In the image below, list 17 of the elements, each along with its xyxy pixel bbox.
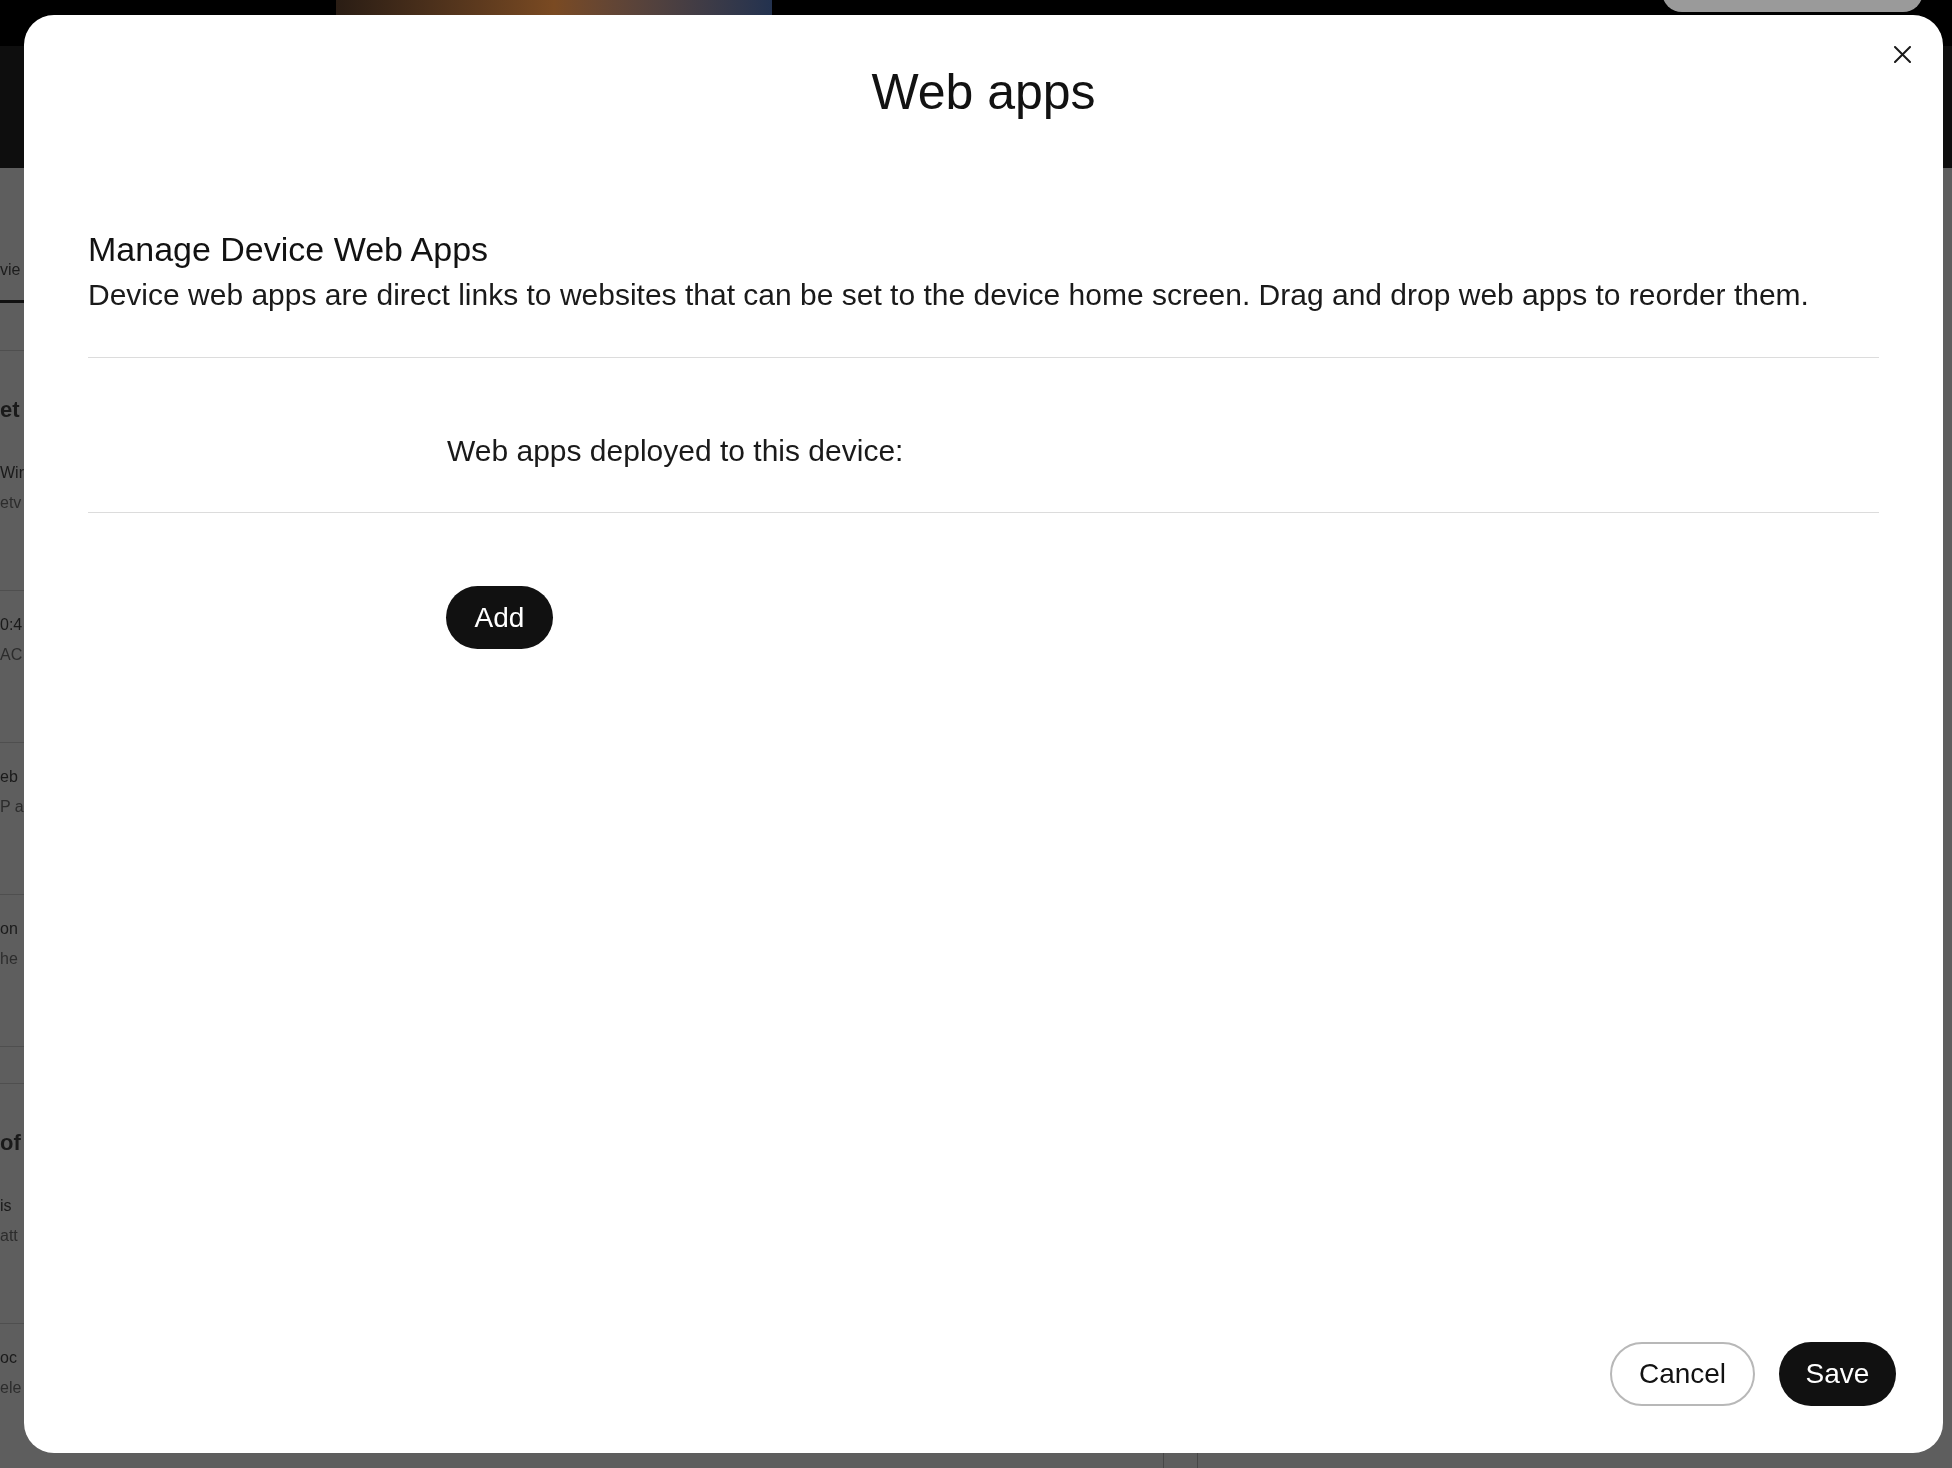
list-item-title: is xyxy=(0,1196,13,1216)
save-button[interactable]: Save xyxy=(1779,1342,1896,1406)
close-icon xyxy=(1894,46,1911,63)
description-text: Device web apps are direct links to websites that can be set to the device home screen. Drag and drop web apps to reorder them. xyxy=(88,277,1810,313)
list-item-title: on xyxy=(0,919,19,939)
deployed-apps-label: Web apps deployed to this device: xyxy=(447,433,905,469)
list-item-title: 0:4 xyxy=(0,615,24,635)
dialog-title: Web apps xyxy=(870,64,1097,120)
section-heading: et xyxy=(0,396,21,424)
close-button[interactable] xyxy=(1892,44,1913,65)
cancel-button[interactable]: Cancel xyxy=(1610,1342,1755,1406)
list-item-title: Wir xyxy=(0,463,24,483)
list-item-title: oc xyxy=(0,1348,18,1368)
section-heading: of xyxy=(0,1129,22,1157)
list-item-title: eb xyxy=(0,767,19,787)
add-button[interactable]: Add xyxy=(446,586,553,649)
section-heading: Manage Device Web Apps xyxy=(88,230,490,268)
